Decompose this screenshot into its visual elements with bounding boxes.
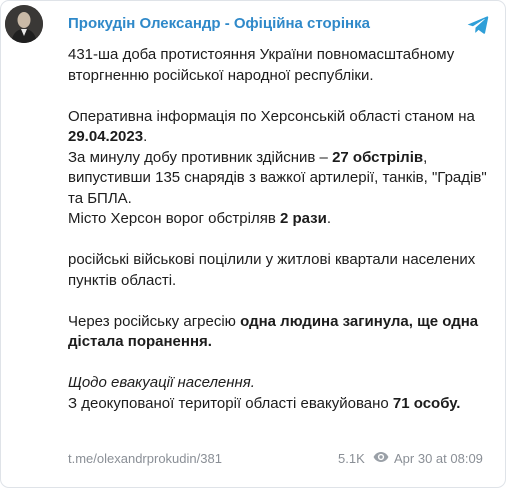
message-text: З деокупованої території області евакуйо… — [68, 394, 393, 412]
message-text: Місто Херсон ворог обстріляв — [68, 210, 280, 227]
channel-avatar[interactable] — [5, 5, 43, 43]
shelling-count: 27 обстрілів — [332, 148, 424, 166]
message-text: . — [326, 210, 332, 227]
message-text: російські військові поцілили у житлові к… — [68, 251, 476, 289]
avatar-image — [5, 5, 43, 43]
kherson-shelling-count: 2 рази — [279, 210, 327, 227]
evacuation-heading: Щодо евакуації населення. — [68, 374, 255, 391]
telegram-post-card: Прокудін Олександр - Офіційна сторінка 4… — [0, 0, 506, 488]
eye-icon — [373, 452, 389, 462]
evacuated-count: 71 особу. — [392, 394, 461, 412]
report-date: 29.04.2023 — [68, 128, 144, 145]
post-link[interactable]: t.me/olexandrprokudin/381 — [68, 451, 222, 466]
message-paragraph: Через російську агресію одна людина заги… — [68, 312, 498, 353]
message-text: . — [143, 128, 148, 145]
post-footer: t.me/olexandrprokudin/381 5.1K Apr 30 at… — [68, 449, 489, 469]
message-text: За минулу добу противник здійснив – — [68, 148, 333, 166]
message-text: Оперативна інформація по Херсонській обл… — [68, 107, 475, 125]
channel-name-link[interactable]: Прокудін Олександр - Офіційна сторінка — [68, 15, 370, 32]
post-date[interactable]: Apr 30 at 08:09 — [394, 451, 483, 466]
message-body: 431-ша доба протистояння України повнома… — [68, 45, 498, 414]
message-paragraph: російські військові поцілили у житлові к… — [68, 250, 498, 291]
view-count: 5.1K — [338, 451, 365, 466]
message-text: 431-ша доба протистояння України повнома… — [68, 46, 455, 84]
telegram-logo-icon[interactable] — [467, 15, 489, 35]
message-paragraph: Оперативна інформація по Херсонській обл… — [68, 107, 498, 230]
message-paragraph: Щодо евакуації населення. З деокупованої… — [68, 373, 498, 414]
message-text: Через російську агресію — [68, 312, 241, 330]
message-paragraph: 431-ша доба протистояння України повнома… — [68, 45, 498, 86]
